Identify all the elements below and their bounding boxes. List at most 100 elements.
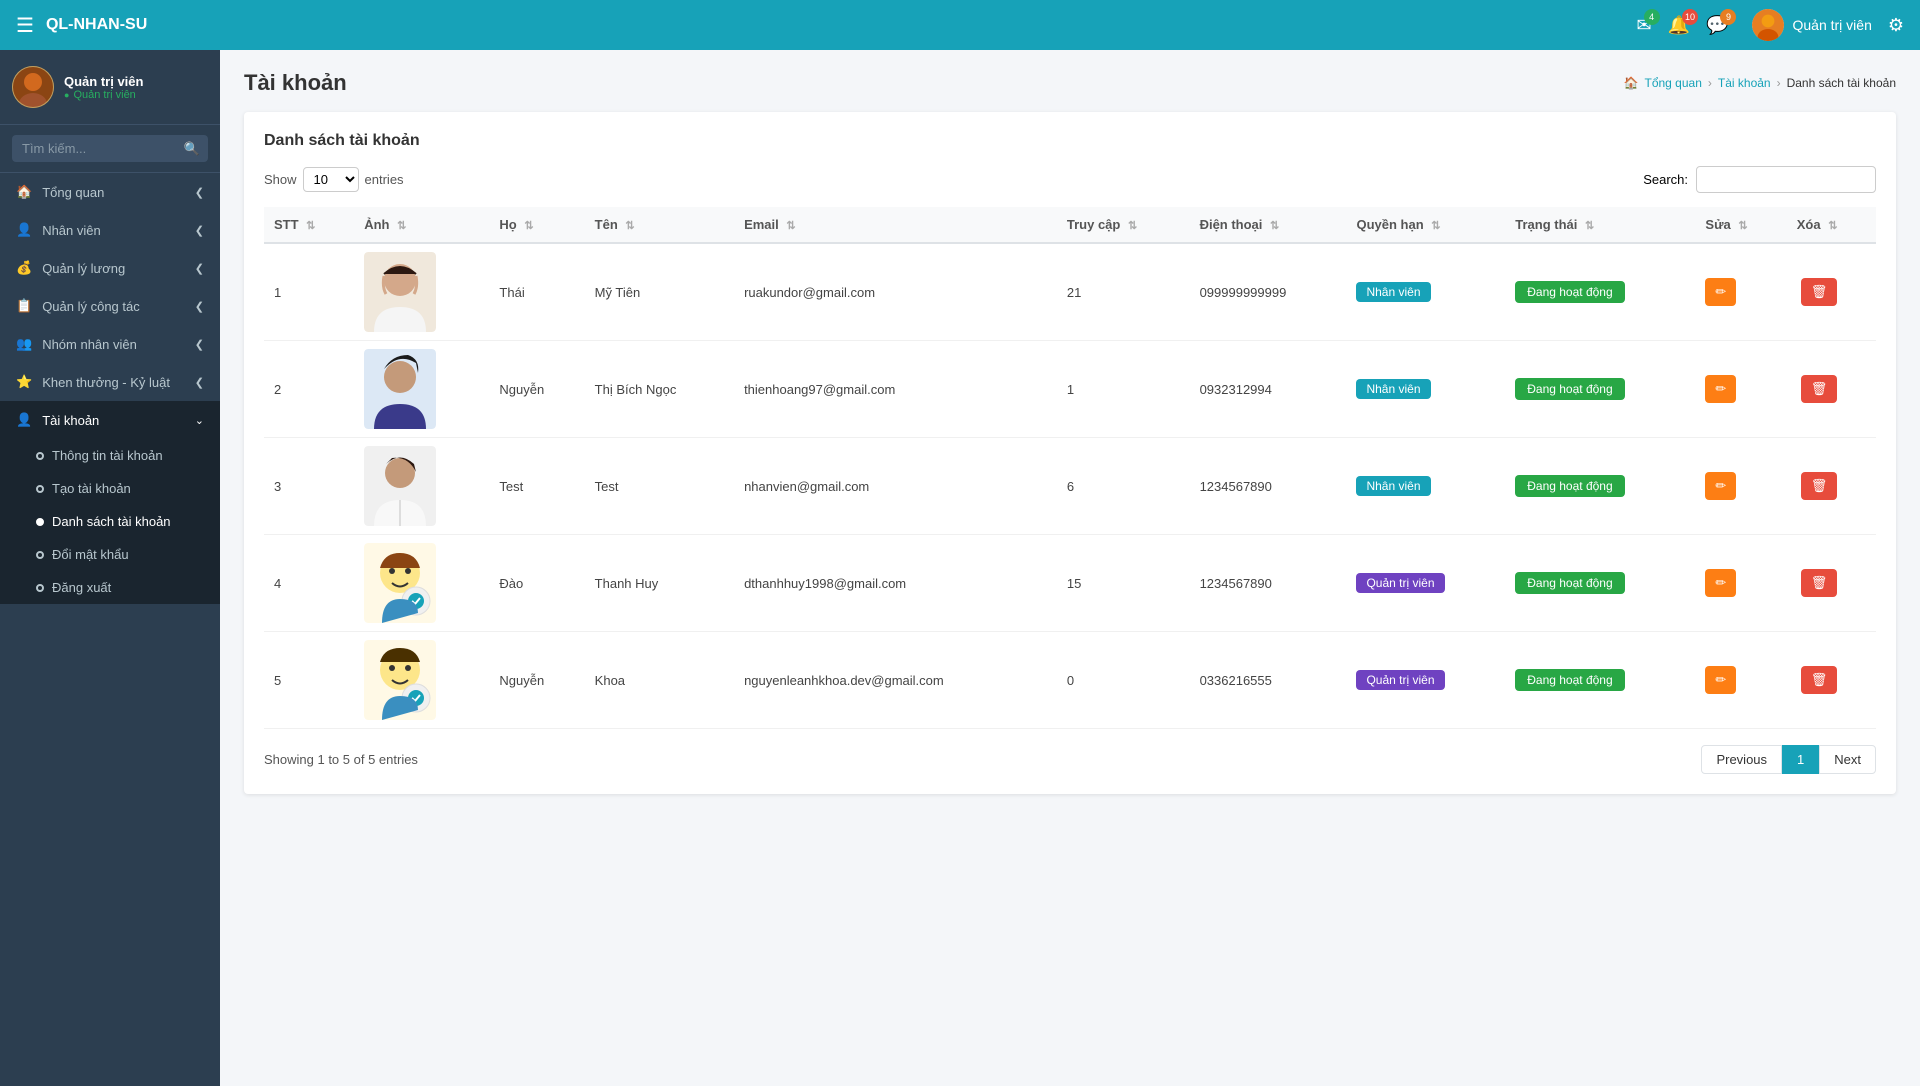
nav-left-khen-thuong: ⭐ Khen thưởng - Kỷ luật bbox=[16, 374, 170, 390]
sidebar-item-quan-ly-cong-tac[interactable]: 📋 Quản lý công tác ❮ bbox=[0, 287, 220, 325]
cell-xoa: 🗑 bbox=[1787, 243, 1876, 341]
sort-stt: ⇅ bbox=[306, 220, 315, 232]
sidebar-user-avatar bbox=[12, 66, 54, 108]
entries-select[interactable]: 10 25 50 100 bbox=[303, 167, 359, 192]
pagination-page-1[interactable]: 1 bbox=[1782, 745, 1819, 774]
col-quyen-han: Quyền hạn ⇅ bbox=[1346, 207, 1505, 243]
search-input[interactable] bbox=[1696, 166, 1876, 193]
sidebar-label-nhan-vien: Nhân viên bbox=[42, 223, 101, 238]
delete-button[interactable]: 🗑 bbox=[1801, 472, 1838, 500]
role-badge: Quản trị viên bbox=[1356, 573, 1444, 593]
status-badge: Đang hoạt động bbox=[1515, 475, 1624, 497]
cell-anh bbox=[354, 438, 489, 535]
sidebar-search-input[interactable] bbox=[12, 135, 208, 162]
bell-icon-wrap[interactable]: 🔔 10 bbox=[1668, 15, 1690, 36]
sidebar-item-dang-xuat[interactable]: Đăng xuất bbox=[0, 571, 220, 604]
user-area[interactable]: Quản trị viên bbox=[1752, 9, 1871, 41]
cell-dien-thoai: 0932312994 bbox=[1190, 341, 1347, 438]
delete-button[interactable]: 🗑 bbox=[1801, 278, 1838, 306]
edit-button[interactable]: ✏ bbox=[1705, 278, 1736, 306]
cell-dien-thoai: 1234567890 bbox=[1190, 535, 1347, 632]
breadcrumb-tong-quan[interactable]: Tổng quan bbox=[1645, 76, 1702, 90]
settings-icon[interactable]: ⚙ bbox=[1888, 15, 1904, 36]
main-layout: Quản trị viên Quản trị viên 🔍 🏠 Tổng qua… bbox=[0, 50, 1920, 1086]
nav-left-nhan-vien: 👤 Nhân viên bbox=[16, 222, 101, 238]
chat-icon-wrap[interactable]: 💬 9 bbox=[1706, 15, 1728, 36]
nav-icons: ✉ 4 🔔 10 💬 9 Quản trị viên ⚙ bbox=[1637, 9, 1904, 41]
sort-ten: ⇅ bbox=[625, 220, 634, 232]
col-trang-thai: Trạng thái ⇅ bbox=[1505, 207, 1695, 243]
cell-trang-thai: Đang hoạt động bbox=[1505, 632, 1695, 729]
table-header-row: STT ⇅ Ảnh ⇅ Họ ⇅ Tên ⇅ Email ⇅ Truy cập … bbox=[264, 207, 1876, 243]
delete-button[interactable]: 🗑 bbox=[1801, 375, 1838, 403]
status-badge: Đang hoạt động bbox=[1515, 378, 1624, 400]
cell-ho: Đào bbox=[489, 535, 584, 632]
cell-anh bbox=[354, 243, 489, 341]
cell-stt: 2 bbox=[264, 341, 354, 438]
sidebar-item-nhom-nhan-vien[interactable]: 👥 Nhóm nhân viên ❮ bbox=[0, 325, 220, 363]
sidebar-item-danh-sach[interactable]: Danh sách tài khoản bbox=[0, 505, 220, 538]
pagination-previous[interactable]: Previous bbox=[1701, 745, 1782, 774]
col-stt: STT ⇅ bbox=[264, 207, 354, 243]
sidebar-item-nhan-vien[interactable]: 👤 Nhân viên ❮ bbox=[0, 211, 220, 249]
sidebar-item-quan-ly-luong[interactable]: 💰 Quản lý lương ❮ bbox=[0, 249, 220, 287]
sub-label-tao: Tạo tài khoản bbox=[52, 481, 131, 496]
sort-trang-thai: ⇅ bbox=[1585, 220, 1594, 232]
sidebar-user: Quản trị viên Quản trị viên bbox=[0, 50, 220, 125]
search-label: Search: bbox=[1643, 172, 1688, 187]
edit-button[interactable]: ✏ bbox=[1705, 472, 1736, 500]
cell-trang-thai: Đang hoạt động bbox=[1505, 438, 1695, 535]
sidebar-nav: 🏠 Tổng quan ❮ 👤 Nhân viên ❮ 💰 Quản lý lư… bbox=[0, 173, 220, 1086]
sort-dien-thoai: ⇅ bbox=[1270, 220, 1279, 232]
edit-button[interactable]: ✏ bbox=[1705, 666, 1736, 694]
col-anh: Ảnh ⇅ bbox=[354, 207, 489, 243]
search-wrap: 🔍 bbox=[12, 135, 208, 162]
cell-dien-thoai: 0336216555 bbox=[1190, 632, 1347, 729]
mail-icon-wrap[interactable]: ✉ 4 bbox=[1637, 15, 1652, 36]
table-row: 1 Thái Mỹ Tiên ruakundor@gmail.com 21 09… bbox=[264, 243, 1876, 341]
group-icon: 👥 bbox=[16, 336, 32, 352]
cell-trang-thai: Đang hoạt động bbox=[1505, 341, 1695, 438]
cell-quyen-han: Nhân viên bbox=[1346, 438, 1505, 535]
edit-button[interactable]: ✏ bbox=[1705, 375, 1736, 403]
dot-dang-xuat bbox=[36, 584, 44, 592]
cell-trang-thai: Đang hoạt động bbox=[1505, 243, 1695, 341]
cell-email: nhanvien@gmail.com bbox=[734, 438, 1057, 535]
sidebar-item-tao-tai-khoan[interactable]: Tạo tài khoản bbox=[0, 472, 220, 505]
hamburger-icon[interactable]: ☰ bbox=[16, 13, 34, 38]
nav-left-quan-ly-luong: 💰 Quản lý lương bbox=[16, 260, 125, 276]
delete-button[interactable]: 🗑 bbox=[1801, 569, 1838, 597]
edit-button[interactable]: ✏ bbox=[1705, 569, 1736, 597]
cell-ho: Nguyễn bbox=[489, 632, 584, 729]
bell-badge: 10 bbox=[1682, 9, 1698, 25]
home-icon: 🏠 bbox=[16, 184, 32, 200]
cell-ten: Mỹ Tiên bbox=[585, 243, 734, 341]
sidebar-item-doi-mat-khau[interactable]: Đổi mật khẩu bbox=[0, 538, 220, 571]
table-section-title: Danh sách tài khoản bbox=[264, 132, 1876, 150]
sub-label-danh-sach: Danh sách tài khoản bbox=[52, 514, 171, 529]
sub-nav-tai-khoan: Thông tin tài khoản Tạo tài khoản Danh s… bbox=[0, 439, 220, 604]
chevron-tong-quan: ❮ bbox=[195, 186, 204, 199]
cell-dien-thoai: 1234567890 bbox=[1190, 438, 1347, 535]
breadcrumb-tai-khoan[interactable]: Tài khoản bbox=[1718, 76, 1771, 90]
sidebar-item-thong-tin[interactable]: Thông tin tài khoản bbox=[0, 439, 220, 472]
sidebar-item-khen-thuong[interactable]: ⭐ Khen thưởng - Kỷ luật ❮ bbox=[0, 363, 220, 401]
sub-label-doi-mat-khau: Đổi mật khẩu bbox=[52, 547, 129, 562]
chevron-tai-khoan: ⌄ bbox=[195, 414, 204, 427]
sidebar-item-tong-quan[interactable]: 🏠 Tổng quan ❮ bbox=[0, 173, 220, 211]
status-badge: Đang hoạt động bbox=[1515, 572, 1624, 594]
sidebar-user-info: Quản trị viên Quản trị viên bbox=[64, 74, 143, 101]
status-badge: Đang hoạt động bbox=[1515, 281, 1624, 303]
cell-stt: 3 bbox=[264, 438, 354, 535]
pagination-next[interactable]: Next bbox=[1819, 745, 1876, 774]
col-email: Email ⇅ bbox=[734, 207, 1057, 243]
cell-quyen-han: Nhân viên bbox=[1346, 341, 1505, 438]
sidebar-item-tai-khoan[interactable]: 👤 Tài khoản ⌄ bbox=[0, 401, 220, 439]
sidebar-label-tai-khoan: Tài khoản bbox=[42, 413, 99, 428]
delete-button[interactable]: 🗑 bbox=[1801, 666, 1838, 694]
breadcrumb-sep2: › bbox=[1777, 76, 1781, 90]
footer-text: Showing 1 to 5 of 5 entries bbox=[264, 752, 418, 767]
sub-label-dang-xuat: Đăng xuất bbox=[52, 580, 111, 595]
entries-label: entries bbox=[365, 172, 404, 187]
nav-left-tai-khoan: 👤 Tài khoản bbox=[16, 412, 99, 428]
